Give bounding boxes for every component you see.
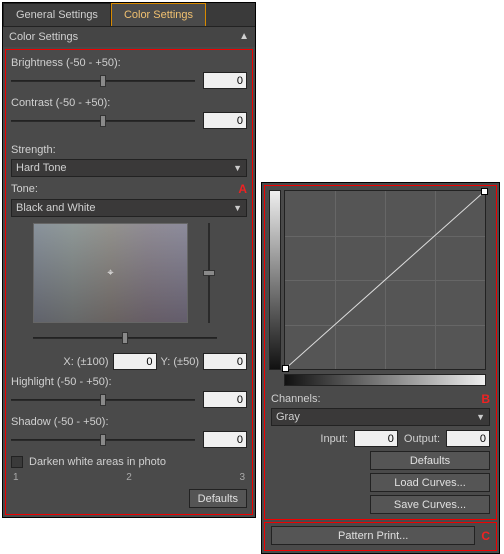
pattern-print-button[interactable]: Pattern Print... [271,526,475,545]
color-settings-panel: General Settings Color Settings Color Se… [2,2,256,518]
color-vertical-slider[interactable] [202,223,216,323]
darken-checkbox[interactable] [11,456,23,468]
strength-value: Hard Tone [16,162,67,174]
channels-label: Channels: [271,393,321,405]
scale-row: 1 2 3 [13,472,245,483]
shadow-input[interactable] [203,431,247,448]
brightness-slider[interactable] [11,74,195,88]
crosshair-icon: ⌖ [105,267,117,279]
highlight-input[interactable] [203,391,247,408]
x-input[interactable] [113,353,157,370]
color-picker-area: ⌖ [33,223,247,323]
horizontal-gradient [284,374,486,386]
callout-marker-b: B [481,392,490,406]
curve-editor[interactable] [284,190,486,370]
color-horizontal-slider[interactable] [33,331,217,345]
scale-2: 2 [126,472,132,483]
curve-area [265,186,496,374]
collapse-icon[interactable]: ▲ [239,31,249,43]
chevron-down-icon: ▼ [476,412,485,422]
x-label: X: (±100) [63,356,108,368]
callout-box-c: Pattern Print... C [264,522,497,551]
input-label: Input: [320,433,348,445]
callout-marker-c: C [481,529,490,543]
vertical-gradient [269,190,281,370]
section-header: Color Settings ▲ [3,27,255,47]
curve-handle-low[interactable] [282,365,289,372]
chevron-down-icon: ▼ [233,163,242,173]
save-curves-button[interactable]: Save Curves... [370,495,490,514]
contrast-input[interactable] [203,112,247,129]
y-input[interactable] [203,353,247,370]
shadow-slider[interactable] [11,433,195,447]
curve-line [285,191,485,369]
tone-dropdown[interactable]: Black and White ▼ [11,199,247,217]
brightness-label: Brightness (-50 - +50): [11,57,121,69]
shadow-label: Shadow (-50 - +50): [11,416,109,428]
output-field[interactable] [446,430,490,447]
y-label: Y: (±50) [161,356,199,368]
output-label: Output: [404,433,440,445]
brightness-input[interactable] [203,72,247,89]
defaults-button[interactable]: Defaults [189,489,247,508]
channels-dropdown[interactable]: Gray ▼ [271,408,490,426]
contrast-slider[interactable] [11,114,195,128]
tab-color-settings[interactable]: Color Settings [111,3,206,26]
strength-dropdown[interactable]: Hard Tone ▼ [11,159,247,177]
strength-label: Strength: [11,144,56,156]
callout-box-a: Brightness (-50 - +50): Contrast (-50 - … [5,49,253,515]
curves-panel: Channels: B Gray ▼ Input: Output: Defaul… [261,182,500,554]
callout-marker-a: A [238,182,247,196]
tone-value: Black and White [16,202,95,214]
highlight-slider[interactable] [11,393,195,407]
chevron-down-icon: ▼ [233,203,242,213]
darken-label: Darken white areas in photo [29,456,166,468]
input-field[interactable] [354,430,398,447]
highlight-label: Highlight (-50 - +50): [11,376,112,388]
defaults-button[interactable]: Defaults [370,451,490,470]
channels-value: Gray [276,411,300,423]
scale-1: 1 [13,472,19,483]
color-picker[interactable]: ⌖ [33,223,188,323]
contrast-label: Contrast (-50 - +50): [11,97,110,109]
tone-label: Tone: [11,183,38,195]
callout-box-b: Channels: B Gray ▼ Input: Output: Defaul… [264,185,497,520]
tab-general-settings[interactable]: General Settings [3,3,111,26]
section-title: Color Settings [9,31,78,43]
scale-3: 3 [239,472,245,483]
tabs: General Settings Color Settings [3,3,255,27]
curve-handle-high[interactable] [481,188,488,195]
load-curves-button[interactable]: Load Curves... [370,473,490,492]
